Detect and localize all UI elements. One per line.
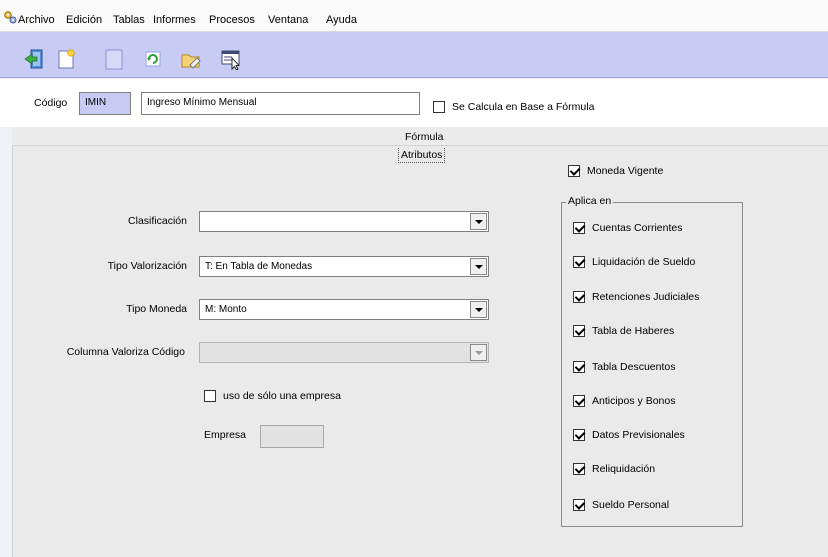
aplica-checkbox[interactable]: [573, 463, 585, 475]
moneda-vigente-checkbox[interactable]: [568, 165, 580, 177]
menu-procesos[interactable]: Procesos: [209, 14, 255, 26]
aplica-checkbox[interactable]: [573, 499, 585, 511]
aplica-sueldo-personal[interactable]: Sueldo Personal: [573, 499, 669, 511]
aplica-label: Reliquidación: [592, 463, 656, 475]
tipo-moneda-select[interactable]: M: Monto: [199, 299, 489, 320]
codigo-value: IMIN: [85, 97, 107, 108]
blank-icon[interactable]: [103, 48, 125, 70]
codigo-field[interactable]: IMIN: [79, 92, 131, 115]
aplica-tabla-descuentos[interactable]: Tabla Descuentos: [573, 361, 675, 373]
codigo-label: Código: [34, 97, 68, 109]
chevron-down-icon: [474, 307, 483, 312]
columna-valoriza-label: Columna Valoriza Código: [66, 346, 185, 358]
app-gear-icon: [4, 11, 17, 24]
aplica-label: Tabla Descuentos: [592, 361, 676, 373]
columna-valoriza-select[interactable]: [199, 342, 489, 363]
una-empresa-label: uso de sólo una empresa: [223, 390, 341, 402]
select-window-icon[interactable]: [220, 48, 242, 70]
new-record-icon[interactable]: [55, 48, 77, 70]
columna-valoriza-dropdown-button[interactable]: [470, 344, 487, 361]
empresa-field[interactable]: [260, 425, 324, 448]
tipo-moneda-label: Tipo Moneda: [126, 303, 187, 315]
menu-edicion[interactable]: Edición: [66, 14, 102, 26]
tipo-valorizacion-select[interactable]: T: En Tabla de Monedas: [199, 256, 489, 277]
aplica-checkbox[interactable]: [573, 429, 585, 441]
aplica-label: Sueldo Personal: [592, 499, 670, 511]
descripcion-value: Ingreso Mínimo Mensual: [147, 97, 257, 108]
aplica-checkbox[interactable]: [573, 256, 585, 268]
aplica-checkbox[interactable]: [573, 222, 585, 234]
una-empresa-checkbox[interactable]: [204, 390, 216, 402]
tipo-valorizacion-label: Tipo Valorización: [107, 260, 187, 272]
aplica-liquidacion-sueldo[interactable]: Liquidación de Sueldo: [573, 256, 695, 268]
menu-tablas[interactable]: Tablas: [113, 14, 145, 26]
aplica-reliquidacion[interactable]: Reliquidación: [573, 463, 655, 475]
moneda-vigente-label: Moneda Vigente: [587, 165, 664, 177]
chevron-down-icon: [474, 264, 483, 269]
aplica-cuentas-corrientes[interactable]: Cuentas Corrientes: [573, 222, 682, 234]
formula-checkbox-label: Se Calcula en Base a Fórmula: [452, 101, 595, 113]
clasificacion-select[interactable]: [199, 211, 489, 232]
menu-ayuda[interactable]: Ayuda: [326, 14, 357, 26]
aplica-label: Datos Previsionales: [592, 429, 685, 441]
descripcion-field[interactable]: Ingreso Mínimo Mensual: [141, 92, 420, 115]
tipo-moneda-dropdown-button[interactable]: [470, 301, 487, 318]
aplica-tabla-haberes[interactable]: Tabla de Haberes: [573, 325, 674, 337]
aplica-label: Retenciones Judiciales: [592, 291, 700, 303]
tab-atributos[interactable]: Atributos: [398, 148, 446, 163]
empresa-label: Empresa: [204, 429, 247, 441]
tipo-valorizacion-value: T: En Tabla de Monedas: [205, 261, 313, 272]
tipo-valorizacion-dropdown-button[interactable]: [470, 258, 487, 275]
refresh-icon[interactable]: [142, 48, 164, 70]
formula-checkbox[interactable]: [433, 101, 445, 113]
clasificacion-dropdown-button[interactable]: [470, 213, 487, 230]
formula-checkbox-row[interactable]: Se Calcula en Base a Fórmula: [433, 101, 594, 113]
menu-archivo[interactable]: Archivo: [18, 14, 55, 26]
aplica-checkbox[interactable]: [573, 395, 585, 407]
moneda-vigente-checkbox-row[interactable]: Moneda Vigente: [568, 165, 663, 177]
aplica-label: Cuentas Corrientes: [592, 222, 683, 234]
menu-bar: Archivo Edición Tablas Informes Procesos…: [0, 0, 828, 32]
aplica-label: Tabla de Haberes: [592, 325, 675, 337]
chevron-down-icon: [474, 219, 483, 224]
aplica-label: Liquidación de Sueldo: [592, 256, 696, 268]
tab-formula[interactable]: Fórmula: [405, 131, 444, 143]
aplica-datos-previsionales[interactable]: Datos Previsionales: [573, 429, 685, 441]
menu-ventana[interactable]: Ventana: [268, 14, 308, 26]
aplica-retenciones-judiciales[interactable]: Retenciones Judiciales: [573, 291, 699, 303]
aplica-label: Anticipos y Bonos: [592, 395, 676, 407]
menu-informes[interactable]: Informes: [153, 14, 196, 26]
aplica-checkbox[interactable]: [573, 291, 585, 303]
aplica-en-title: Aplica en: [566, 195, 614, 207]
exit-icon[interactable]: [23, 48, 45, 70]
aplica-anticipos-bonos[interactable]: Anticipos y Bonos: [573, 395, 675, 407]
aplica-checkbox[interactable]: [573, 325, 585, 337]
chevron-down-icon: [474, 350, 483, 355]
tipo-moneda-value: M: Monto: [205, 304, 247, 315]
clear-icon[interactable]: [180, 48, 202, 70]
aplica-checkbox[interactable]: [573, 361, 585, 373]
clasificacion-label: Clasificación: [128, 215, 187, 227]
una-empresa-checkbox-row[interactable]: uso de sólo una empresa: [204, 390, 341, 402]
